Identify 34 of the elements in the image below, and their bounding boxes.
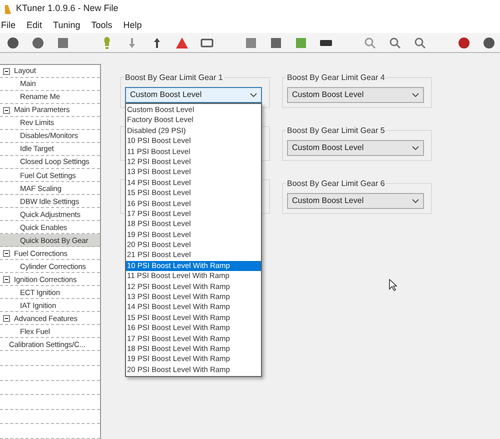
- menu-item[interactable]: Edit: [26, 18, 42, 32]
- dropdown-field[interactable]: Custom Boost Level: [125, 87, 262, 103]
- magnifier-icon[interactable]: [413, 36, 427, 50]
- mouse-cursor-icon: [389, 279, 397, 291]
- dropdown-value: Custom Boost Level: [130, 89, 202, 101]
- warning-icon[interactable]: [175, 36, 189, 50]
- menu-item[interactable]: File: [1, 18, 16, 32]
- dropdown-field[interactable]: Custom Boost Level: [287, 193, 424, 209]
- dropdown-value: Custom Boost Level: [292, 195, 364, 207]
- magnifier-icon[interactable]: [363, 36, 377, 50]
- chevron-down-icon: [412, 93, 419, 97]
- dropdown-value: Custom Boost Level: [292, 89, 364, 101]
- menu-item[interactable]: Tuning: [53, 18, 80, 32]
- collapse-icon[interactable]: [3, 106, 10, 114]
- dropdown-field[interactable]: Custom Boost Level: [287, 140, 424, 156]
- group-title: Boost By Gear Limit Gear 1: [124, 73, 224, 82]
- collapse-icon[interactable]: [3, 68, 10, 74]
- chevron-down-icon: [412, 199, 419, 203]
- group-title: Boost By Gear Limit Gear 4: [286, 73, 386, 82]
- app-logo-icon: [4, 4, 12, 14]
- window-title: KTuner 1.0.9.6 - New File: [16, 2, 118, 16]
- magnifier-icon[interactable]: [388, 36, 402, 50]
- collapse-icon[interactable]: [3, 250, 10, 257]
- menu-item[interactable]: Tools: [91, 18, 112, 32]
- collapse-icon[interactable]: [3, 314, 10, 322]
- record-icon[interactable]: [457, 36, 471, 50]
- chevron-down-icon: [250, 93, 257, 97]
- group-title: Boost By Gear Limit Gear 5: [286, 126, 386, 135]
- dropdown-value: Custom Boost Level: [292, 142, 364, 154]
- dropdown-field[interactable]: Custom Boost Level: [287, 87, 424, 103]
- group-title: Boost By Gear Limit Gear 6: [286, 179, 386, 188]
- collapse-icon[interactable]: [3, 276, 10, 283]
- menu-item[interactable]: Help: [123, 18, 142, 32]
- chevron-down-icon: [412, 146, 419, 150]
